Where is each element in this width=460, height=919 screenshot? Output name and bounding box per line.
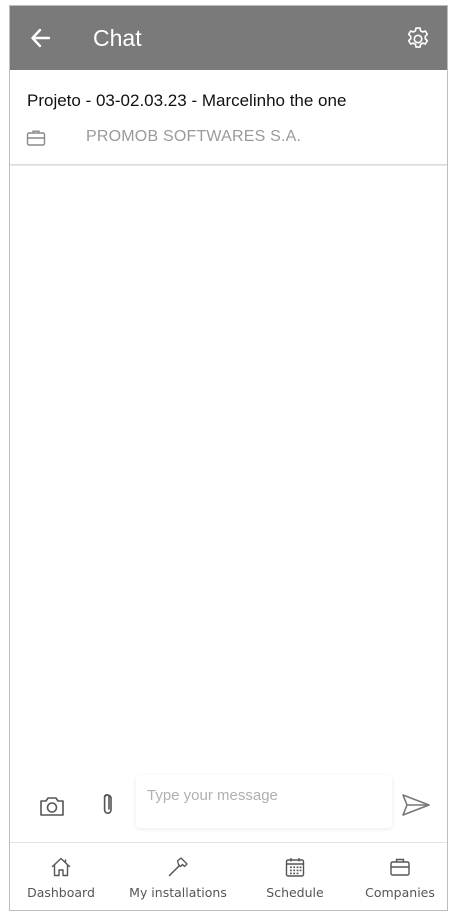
nav-label-my-installations: My installations xyxy=(129,885,227,900)
nav-item-schedule[interactable]: Schedule xyxy=(261,843,329,910)
chat-messages-area[interactable] xyxy=(10,166,447,770)
page-title: Chat xyxy=(93,25,142,51)
gear-icon xyxy=(407,27,429,48)
message-input[interactable] xyxy=(136,775,392,828)
nav-item-dashboard[interactable]: Dashboard xyxy=(24,843,98,910)
company-row: PROMOB SOFTWARES S.A. xyxy=(26,125,301,151)
camera-icon xyxy=(40,797,64,816)
settings-button[interactable] xyxy=(404,25,432,53)
app-screen: Chat Projeto - 03-02.03.23 - Marcelinho … xyxy=(9,5,448,911)
nav-label-schedule: Schedule xyxy=(266,885,324,900)
nav-item-companies[interactable]: Companies xyxy=(360,843,440,910)
send-icon xyxy=(402,794,430,816)
project-header: Projeto - 03-02.03.23 - Marcelinho the o… xyxy=(10,70,447,165)
company-name: PROMOB SOFTWARES S.A. xyxy=(86,128,302,145)
message-composer xyxy=(10,770,447,840)
nav-label-dashboard: Dashboard xyxy=(27,885,95,900)
home-icon xyxy=(51,857,71,877)
hammer-icon xyxy=(168,857,188,877)
nav-item-my-installations[interactable]: My installations xyxy=(124,843,232,910)
project-title: Projeto - 03-02.03.23 - Marcelinho the o… xyxy=(27,91,347,110)
app-bar: Chat xyxy=(10,6,447,70)
send-button[interactable] xyxy=(400,792,432,818)
back-button[interactable] xyxy=(28,25,54,51)
briefcase-icon xyxy=(26,130,46,146)
calendar-icon xyxy=(285,858,305,877)
briefcase-icon xyxy=(390,858,410,876)
nav-label-companies: Companies xyxy=(365,885,435,900)
attach-button[interactable] xyxy=(98,791,118,819)
arrow-left-icon xyxy=(31,28,51,48)
camera-button[interactable] xyxy=(38,793,66,819)
paperclip-icon xyxy=(103,794,112,814)
bottom-navigation: Dashboard My installations Schedule Comp… xyxy=(10,842,447,910)
